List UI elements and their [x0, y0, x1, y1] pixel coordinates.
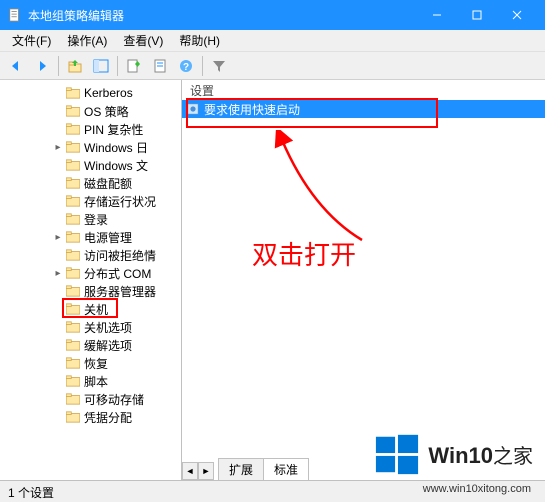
toolbar-separator [202, 56, 203, 76]
main-area: Kerberos OS 策略PIN 复杂性 ▸ Windows 日Windows 文磁… [0, 80, 545, 480]
expand-icon[interactable]: ▸ [52, 141, 64, 153]
tree-item[interactable]: 存储运行状况 [0, 192, 181, 210]
menu-action[interactable]: 操作(A) [59, 30, 115, 51]
maximize-button[interactable] [457, 0, 497, 30]
menu-file[interactable]: 文件(F) [4, 30, 59, 51]
tree-label: PIN 复杂性 [84, 121, 143, 138]
tab-scroll-left[interactable]: ◄ [182, 462, 198, 480]
tree-item[interactable]: PIN 复杂性 [0, 120, 181, 138]
windows-logo-icon [374, 431, 420, 477]
svg-text:?: ? [183, 62, 189, 73]
tree-label: 脚本 [84, 373, 108, 390]
tree-item[interactable]: 脚本 [0, 372, 181, 390]
annotation-highlight-tree [62, 298, 118, 318]
tree-label: OS 策略 [84, 103, 129, 120]
show-hide-tree-button[interactable] [89, 54, 113, 78]
help-button[interactable]: ? [174, 54, 198, 78]
tree[interactable]: Kerberos OS 策略PIN 复杂性 ▸ Windows 日Windows 文磁… [0, 80, 181, 430]
tree-item[interactable]: Windows 文 [0, 156, 181, 174]
tree-label: 分布式 COM [84, 265, 151, 282]
close-button[interactable] [497, 0, 537, 30]
menubar: 文件(F) 操作(A) 查看(V) 帮助(H) [0, 30, 545, 52]
tree-item[interactable]: ▸ Windows 日 [0, 138, 181, 156]
tree-label: 缓解选项 [84, 337, 132, 354]
toolbar: ? [0, 52, 545, 80]
up-folder-button[interactable] [63, 54, 87, 78]
tab-standard[interactable]: 标准 [263, 458, 309, 480]
tree-item[interactable]: ▸ 分布式 COM [0, 264, 181, 282]
export-button[interactable] [122, 54, 146, 78]
tab-scroll-right[interactable]: ► [198, 462, 214, 480]
watermark-brand: Win10之家 [428, 440, 533, 469]
tree-label: 恢复 [84, 355, 108, 372]
tree-item[interactable]: OS 策略 [0, 102, 181, 120]
detail-tabs: ◄ ► 扩展 标准 [182, 458, 308, 480]
tree-label: 登录 [84, 211, 108, 228]
tree-item[interactable]: Kerberos [0, 84, 181, 102]
tree-item[interactable]: 缓解选项 [0, 336, 181, 354]
tree-item[interactable]: 磁盘配额 [0, 174, 181, 192]
window-title: 本地组策略编辑器 [28, 7, 417, 24]
tree-item[interactable]: 恢复 [0, 354, 181, 372]
tree-item[interactable]: 访问被拒绝情 [0, 246, 181, 264]
annotation-text: 双击打开 [252, 235, 356, 272]
app-icon [8, 8, 22, 22]
status-text: 1 个设置 [8, 486, 54, 500]
tree-label: 电源管理 [84, 229, 132, 246]
annotation-highlight-setting [186, 98, 438, 128]
back-button[interactable] [4, 54, 28, 78]
tree-label: 访问被拒绝情 [84, 247, 156, 264]
menu-help[interactable]: 帮助(H) [171, 30, 228, 51]
tree-item[interactable]: 凭据分配 [0, 408, 181, 426]
expand-icon[interactable]: ▸ [52, 231, 64, 243]
filter-button[interactable] [207, 54, 231, 78]
tab-extended[interactable]: 扩展 [218, 458, 264, 480]
tree-label: Kerberos [84, 86, 133, 100]
tree-item[interactable]: 可移动存储 [0, 390, 181, 408]
tree-pane: Kerberos OS 策略PIN 复杂性 ▸ Windows 日Windows 文磁… [0, 80, 182, 480]
tree-label: 可移动存储 [84, 391, 144, 408]
tree-item[interactable]: 登录 [0, 210, 181, 228]
menu-view[interactable]: 查看(V) [115, 30, 171, 51]
watermark-url: www.win10xitong.com [423, 483, 531, 495]
tree-label: 存储运行状况 [84, 193, 156, 210]
tree-label: 服务器管理器 [84, 283, 156, 300]
detail-column-header[interactable]: 设置 [182, 80, 545, 100]
tree-label: 关机选项 [84, 319, 132, 336]
toolbar-separator [58, 56, 59, 76]
expand-icon[interactable]: ▸ [52, 267, 64, 279]
tree-label: 凭据分配 [84, 409, 132, 426]
tree-item[interactable]: 关机选项 [0, 318, 181, 336]
tree-label: 磁盘配额 [84, 175, 132, 192]
detail-pane: 设置 要求使用快速启动 双击打开 ◄ ► 扩展 标准 [182, 80, 545, 480]
forward-button[interactable] [30, 54, 54, 78]
watermark: Win10之家 [374, 431, 533, 477]
tree-item[interactable]: ▸ 电源管理 [0, 228, 181, 246]
refresh-button[interactable] [148, 54, 172, 78]
tree-label: Windows 日 [84, 139, 148, 156]
toolbar-separator [117, 56, 118, 76]
annotation-arrow-icon [262, 130, 382, 250]
tree-label: Windows 文 [84, 157, 148, 174]
minimize-button[interactable] [417, 0, 457, 30]
titlebar: 本地组策略编辑器 [0, 0, 545, 30]
